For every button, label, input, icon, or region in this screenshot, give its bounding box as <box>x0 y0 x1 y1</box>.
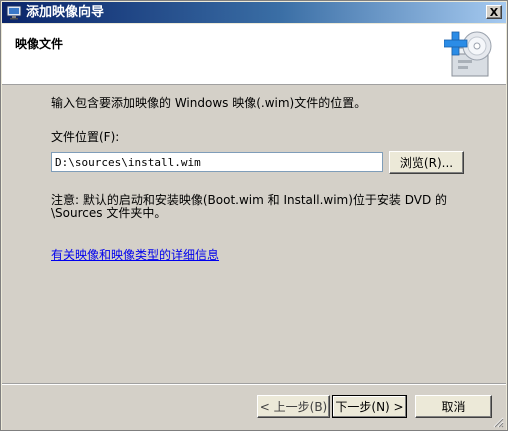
add-image-disc-icon <box>444 31 492 77</box>
page-title: 映像文件 <box>15 37 64 51</box>
cancel-button[interactable]: 取消 <box>415 395 492 418</box>
next-button[interactable]: 下一步(N) > <box>332 395 407 418</box>
browse-button[interactable]: 浏览(R)... <box>389 151 464 174</box>
file-location-label: 文件位置(F): <box>51 130 120 144</box>
file-location-input[interactable] <box>51 152 383 172</box>
note-text-line2: \Sources 文件夹中。 <box>51 206 167 220</box>
add-image-wizard-window: 添加映像向导 X 映像文件 输入包含要添加映像的 Windows 映像(.wim… <box>0 0 508 431</box>
monitor-icon <box>6 5 22 20</box>
wizard-footer: < 上一步(B) 下一步(N) > 取消 <box>2 383 506 430</box>
close-button[interactable]: X <box>486 5 502 19</box>
wizard-header: 映像文件 <box>2 24 506 85</box>
window-title: 添加映像向导 <box>26 5 105 20</box>
instruction-text: 输入包含要添加映像的 Windows 映像(.wim)文件的位置。 <box>51 96 367 110</box>
wizard-content: 输入包含要添加映像的 Windows 映像(.wim)文件的位置。 文件位置(F… <box>2 85 506 383</box>
image-types-info-link[interactable]: 有关映像和映像类型的详细信息 <box>51 246 219 263</box>
resize-grip-icon[interactable] <box>493 417 504 428</box>
title-bar[interactable]: 添加映像向导 X <box>2 2 506 23</box>
back-button[interactable]: < 上一步(B) <box>257 395 330 418</box>
